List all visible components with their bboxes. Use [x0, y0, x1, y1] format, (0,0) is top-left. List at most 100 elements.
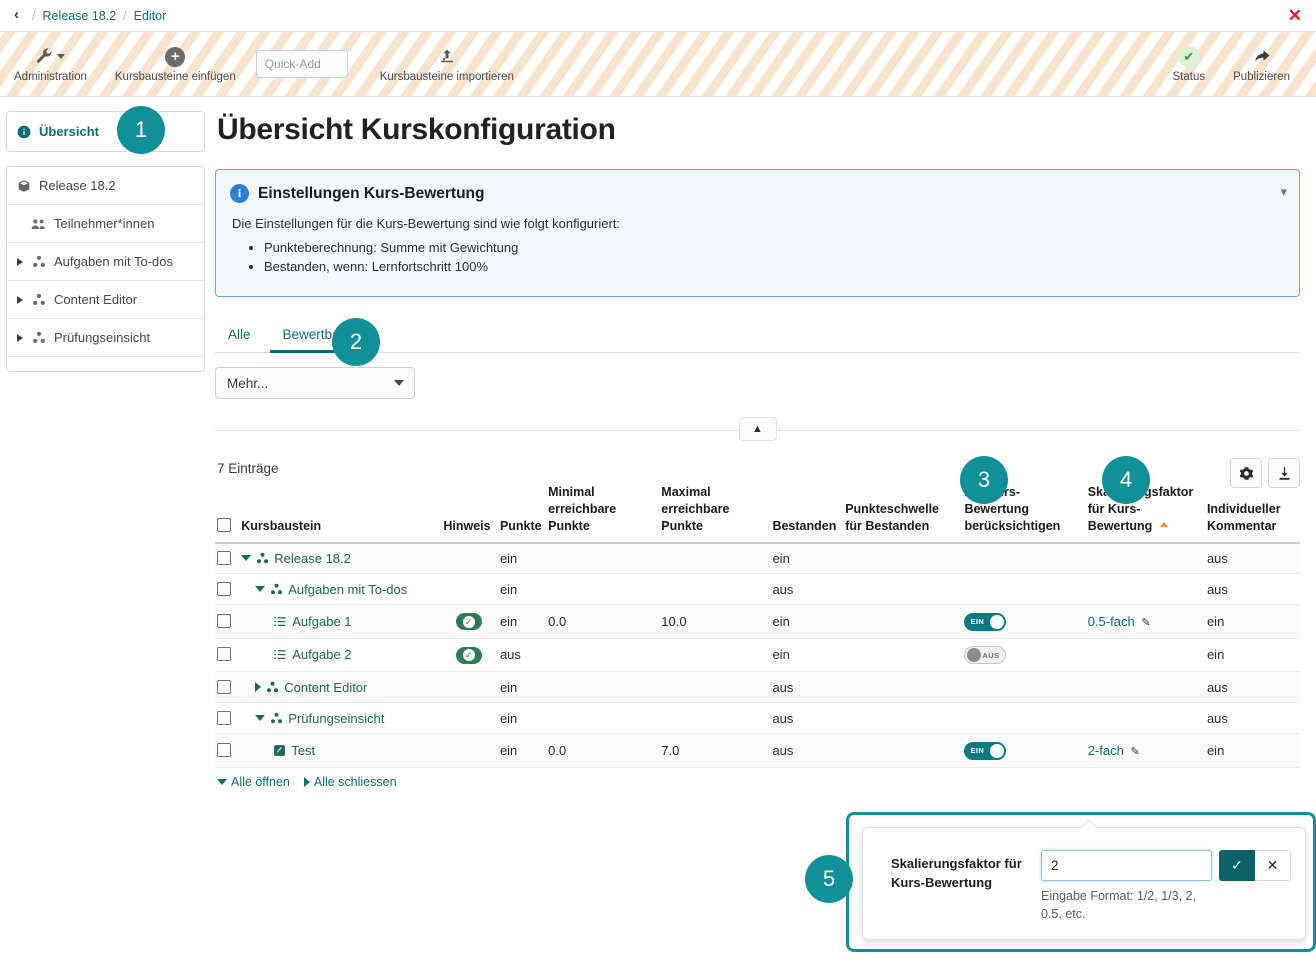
popover-confirm-button[interactable]: ✓: [1219, 850, 1255, 881]
sidebar-item-label: Release 18.2: [39, 178, 116, 193]
toolbar-import-button[interactable]: Kursbausteine importieren: [366, 46, 528, 83]
header-punkteschwelle[interactable]: Punkteschwelle für Bestanden: [845, 484, 964, 543]
toolbar-status-button[interactable]: ✔ Status: [1158, 46, 1219, 83]
row-name-link[interactable]: Aufgaben mit To-dos: [288, 582, 407, 597]
sidebar-item-aufgaben[interactable]: Aufgaben mit To-dos: [7, 243, 204, 281]
toolbar-publish-button[interactable]: Publizieren: [1219, 46, 1304, 83]
row-name-link[interactable]: Content Editor: [284, 680, 367, 695]
sidebar-item-uebersicht[interactable]: Übersicht: [7, 112, 204, 151]
header-bestanden[interactable]: Bestanden: [772, 484, 845, 543]
sidebar-overview-box: Übersicht: [6, 111, 205, 152]
row-name-link[interactable]: Prüfungseinsicht: [288, 711, 384, 726]
row-name-link[interactable]: Test: [291, 743, 315, 758]
triangle-right-icon[interactable]: [17, 258, 23, 266]
row-min: [548, 543, 661, 574]
row-checkbox[interactable]: [217, 582, 231, 596]
row-checkbox[interactable]: [217, 647, 231, 661]
toolbar-insert-button[interactable]: + Kursbausteine einfügen: [101, 46, 250, 83]
sidebar-item-content-editor[interactable]: Content Editor: [7, 281, 204, 319]
row-consider: AUS: [964, 638, 1087, 672]
table-row[interactable]: Test ein 0.0 7.0 aus EIN: [215, 734, 1300, 768]
toggle-label: AUS: [982, 651, 999, 660]
triangle-right-icon[interactable]: [17, 296, 23, 304]
row-scale: [1088, 543, 1207, 574]
popover-help-text: Eingabe Format: 1/2, 1/3, 2, 0.5, etc.: [1041, 887, 1206, 923]
back-icon[interactable]: ‹: [12, 5, 25, 26]
table-row[interactable]: Aufgaben mit To-dos ein aus aus: [215, 574, 1300, 605]
popover-cancel-button[interactable]: ✕: [1255, 850, 1291, 881]
row-schwelle: [845, 672, 964, 703]
row-checkbox[interactable]: [217, 743, 231, 757]
collapse-divider: ▲: [215, 417, 1300, 443]
breadcrumb-item-release[interactable]: Release 18.2: [42, 9, 116, 23]
header-kommentar[interactable]: Individueller Kommentar: [1207, 484, 1300, 543]
sidebar-spacer: [7, 357, 204, 371]
row-checkbox[interactable]: [217, 551, 231, 565]
callout-badge-2: 2: [332, 318, 380, 366]
sidebar-item-release[interactable]: Release 18.2: [7, 167, 204, 205]
row-checkbox[interactable]: [217, 680, 231, 694]
triangle-right-icon[interactable]: [17, 334, 23, 342]
hint-check-icon[interactable]: ✓: [456, 613, 482, 630]
triangle-down-icon[interactable]: [241, 555, 251, 561]
tab-alle[interactable]: Alle: [215, 323, 264, 353]
row-kommentar: aus: [1207, 672, 1300, 703]
consider-toggle[interactable]: EIN: [964, 742, 1006, 760]
row-name-link[interactable]: Release 18.2: [274, 551, 351, 566]
row-name-link[interactable]: Aufgabe 1: [292, 614, 351, 629]
expand-all-label: Alle öffnen: [231, 775, 290, 789]
sidebar-item-teilnehmer[interactable]: Teilnehmer*innen: [7, 205, 204, 243]
header-min-punkte[interactable]: Minimal erreichbare Punkte: [548, 484, 661, 543]
toolbar-administration-button[interactable]: Administration: [0, 46, 101, 83]
collapse-all-link[interactable]: Alle schliessen: [304, 775, 397, 789]
sidebar-item-pruefungseinsicht[interactable]: Prüfungseinsicht: [7, 319, 204, 357]
table-row[interactable]: Content Editor ein aus aus: [215, 672, 1300, 703]
row-checkbox[interactable]: [217, 711, 231, 725]
share-arrow-icon: [1252, 46, 1272, 68]
row-bestanden: aus: [772, 672, 845, 703]
hint-check-icon[interactable]: ✓: [456, 647, 482, 664]
task-list-icon: [273, 648, 287, 661]
scale-factor-link[interactable]: 0.5-fach: [1088, 614, 1135, 629]
triangle-right-icon[interactable]: [255, 682, 261, 692]
row-consider: EIN: [964, 605, 1087, 639]
collapse-section-button[interactable]: ▲: [739, 417, 777, 441]
table-download-button[interactable]: [1268, 458, 1300, 488]
row-name-link[interactable]: Aufgabe 2: [292, 647, 351, 662]
header-max-punkte[interactable]: Maximal erreichbare Punkte: [661, 484, 772, 543]
consider-toggle[interactable]: EIN: [964, 613, 1006, 631]
nodes-icon: [270, 712, 283, 725]
row-max: [661, 638, 772, 672]
breadcrumb-item-editor[interactable]: Editor: [134, 9, 167, 23]
header-kursbaustein[interactable]: Kursbaustein: [241, 484, 443, 543]
expand-all-link[interactable]: Alle öffnen: [217, 775, 290, 789]
chevron-down-icon[interactable]: ▾: [1280, 184, 1287, 200]
pencil-icon[interactable]: ✎: [1141, 617, 1150, 629]
sidebar-item-label: Aufgaben mit To-dos: [54, 254, 173, 269]
table-row[interactable]: Aufgabe 1 ✓ ein 0.0 10.0 ein EIN: [215, 605, 1300, 639]
table-row[interactable]: Prüfungseinsicht ein aus aus: [215, 703, 1300, 734]
row-hinweis: [443, 672, 500, 703]
header-hinweis[interactable]: Hinweis: [443, 484, 500, 543]
pencil-icon[interactable]: ✎: [1130, 746, 1139, 758]
row-kommentar: ein: [1207, 638, 1300, 672]
scale-factor-input[interactable]: [1041, 850, 1212, 881]
triangle-down-icon[interactable]: [255, 586, 265, 592]
row-checkbox[interactable]: [217, 614, 231, 628]
popover-label: Skalierungsfaktor für Kurs-Bewertung: [891, 850, 1023, 893]
consider-toggle[interactable]: AUS: [964, 646, 1006, 664]
row-max: [661, 672, 772, 703]
header-punkte[interactable]: Punkte: [500, 484, 548, 543]
table-row[interactable]: Release 18.2 ein ein aus: [215, 543, 1300, 574]
course-elements-table: Kursbaustein Hinweis Punkte Minimal erre…: [215, 484, 1300, 768]
filter-select[interactable]: Mehr...: [215, 367, 415, 399]
table-row[interactable]: Aufgabe 2 ✓ aus ein AUS: [215, 638, 1300, 672]
scale-factor-link[interactable]: 2-fach: [1088, 743, 1124, 758]
row-bestanden: aus: [772, 574, 845, 605]
table-settings-button[interactable]: [1230, 458, 1262, 488]
quick-add-input[interactable]: [256, 50, 348, 78]
breadcrumb-separator: /: [123, 9, 126, 23]
triangle-down-icon[interactable]: [255, 715, 265, 721]
select-all-checkbox[interactable]: [217, 518, 231, 532]
close-icon[interactable]: ✕: [1288, 7, 1306, 24]
